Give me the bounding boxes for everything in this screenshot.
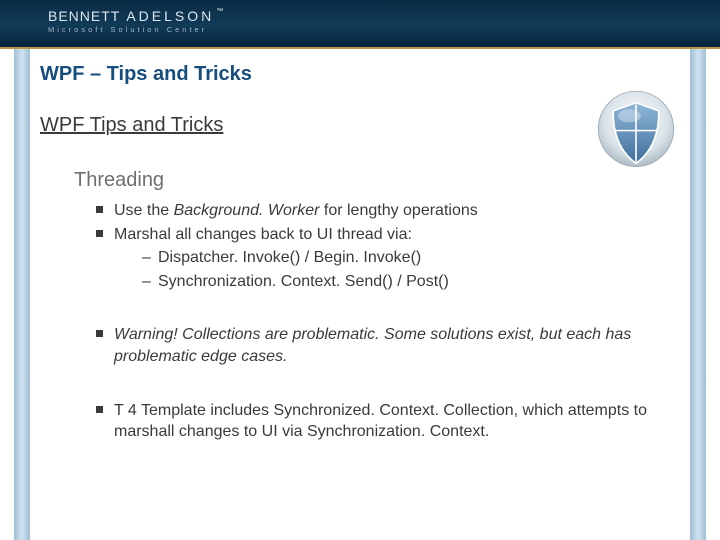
list-item: T 4 Template includes Synchronized. Cont… <box>96 400 680 443</box>
sub-bullet-list: Dispatcher. Invoke() / Begin. Invoke() S… <box>142 247 680 292</box>
text: for lengthy operations <box>324 202 478 219</box>
trademark: ™ <box>216 8 224 15</box>
slide-subtitle: WPF Tips and Tricks <box>40 114 680 137</box>
section-heading: Threading <box>74 169 680 192</box>
text: Use the <box>114 202 174 219</box>
spacer <box>40 294 680 316</box>
list-item: Warning! Collections are problematic. So… <box>96 324 680 367</box>
list-item: Synchronization. Context. Send() / Post(… <box>142 271 680 293</box>
text-italic: Background. Worker <box>174 202 324 219</box>
bullet-list: T 4 Template includes Synchronized. Cont… <box>96 400 680 443</box>
brand-word-1: BENNETT <box>48 8 120 24</box>
bullet-list: Warning! Collections are problematic. So… <box>96 324 680 367</box>
list-item: Use the Background. Worker for lengthy o… <box>96 200 680 222</box>
text-italic: Warning! Collections are problematic. So… <box>114 326 631 365</box>
brand-subtitle: Microsoft Solution Center <box>48 25 224 34</box>
brand-word-2: ADELSON <box>126 8 214 24</box>
list-item: Dispatcher. Invoke() / Begin. Invoke() <box>142 247 680 269</box>
text: Dispatcher. Invoke() / Begin. Invoke() <box>158 249 421 266</box>
list-item: Marshal all changes back to UI thread vi… <box>96 224 680 293</box>
slide-title: WPF – Tips and Tricks <box>40 63 680 86</box>
spacer <box>40 370 680 392</box>
brand-name: BENNETT ADELSON™ <box>48 8 224 24</box>
divider <box>0 47 720 49</box>
text: Marshal all changes back to UI thread vi… <box>114 226 412 243</box>
bullet-list: Use the Background. Worker for lengthy o… <box>96 200 680 292</box>
text: Synchronization. Context. Send() / Post(… <box>158 273 449 290</box>
slide: BENNETT ADELSON™ Microsoft Solution Cente… <box>0 0 720 540</box>
text: T 4 Template includes Synchronized. Cont… <box>114 402 647 441</box>
brand-logo: BENNETT ADELSON™ Microsoft Solution Cente… <box>48 8 224 34</box>
brand-bar: BENNETT ADELSON™ Microsoft Solution Cente… <box>0 0 720 42</box>
content-area: WPF – Tips and Tricks WPF Tips and Trick… <box>40 55 680 530</box>
